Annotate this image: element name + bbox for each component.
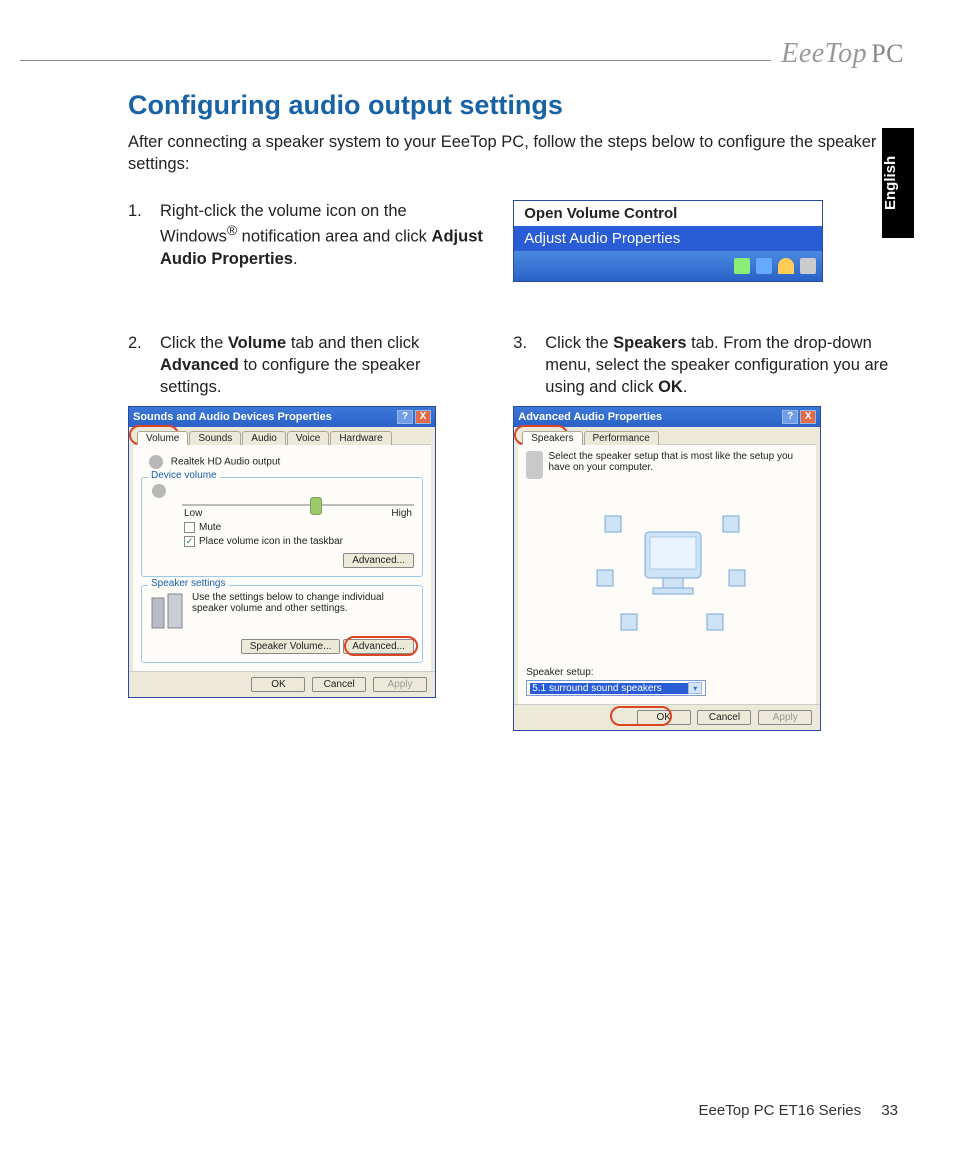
step-bold: OK (658, 378, 683, 396)
taskbar-icon-checkbox[interactable]: ✓ (184, 536, 195, 547)
ok-button[interactable]: OK (251, 677, 305, 692)
apply-button[interactable]: Apply (758, 710, 812, 725)
tray-icon (756, 258, 772, 274)
ok-button[interactable]: OK (637, 710, 691, 725)
dialog-titlebar: Advanced Audio Properties ? X (514, 407, 820, 427)
dropdown-selected: 5.1 surround sound speakers (530, 683, 688, 694)
apply-button[interactable]: Apply (373, 677, 427, 692)
step-2: 2. Click the Volume tab and then click A… (128, 332, 483, 399)
step-number: 3. (513, 332, 545, 399)
cancel-button[interactable]: Cancel (697, 710, 751, 725)
context-menu-screenshot: Open Volume Control Adjust Audio Propert… (513, 200, 823, 282)
step-text: . (293, 250, 298, 268)
brand-logo: EeeTopPC (771, 38, 914, 70)
step-number: 2. (128, 332, 160, 399)
step-bold: Volume (228, 334, 286, 352)
dialog-title: Advanced Audio Properties (518, 411, 780, 423)
system-tray (514, 251, 822, 281)
step-text: tab and then click (286, 334, 419, 352)
speaker-advanced-button[interactable]: Advanced... (343, 639, 414, 654)
page-title: Configuring audio output settings (128, 90, 908, 121)
taskbar-icon-label: Place volume icon in the taskbar (199, 536, 343, 547)
tab-voice[interactable]: Voice (287, 431, 329, 445)
close-button[interactable]: X (415, 410, 431, 424)
tray-volume-icon[interactable] (800, 258, 816, 274)
tab-hardware[interactable]: Hardware (330, 431, 391, 445)
step-1-text: Right-click the volume icon on the Windo… (160, 200, 483, 270)
dialog-title: Sounds and Audio Devices Properties (133, 411, 395, 423)
step-text: Click the (160, 334, 228, 352)
slider-low-label: Low (184, 508, 202, 519)
speaker-settings-desc: Use the settings below to change individ… (192, 592, 414, 635)
sounds-audio-dialog: Sounds and Audio Devices Properties ? X … (128, 406, 436, 698)
tab-audio[interactable]: Audio (242, 431, 286, 445)
tab-bar: Speakers Performance (518, 431, 816, 445)
speaker-icon (152, 484, 166, 498)
tray-icon (734, 258, 750, 274)
superscript: ® (227, 223, 237, 238)
advanced-audio-dialog: Advanced Audio Properties ? X Speakers P… (513, 406, 821, 731)
step-2-text: Click the Volume tab and then click Adva… (160, 332, 483, 399)
group-legend: Device volume (148, 470, 220, 481)
volume-slider[interactable] (182, 504, 414, 506)
step-text: Click the (545, 334, 613, 352)
device-advanced-button[interactable]: Advanced... (343, 553, 414, 568)
step-3-text: Click the Speakers tab. From the drop-do… (545, 332, 908, 399)
page-footer: EeeTop PC ET16 Series 33 (699, 1102, 898, 1119)
step-bold: Advanced (160, 356, 239, 374)
step-3: 3. Click the Speakers tab. From the drop… (513, 332, 908, 399)
menu-item-adjust-audio[interactable]: Adjust Audio Properties (514, 226, 822, 251)
step-number: 1. (128, 200, 160, 270)
speakers-icon (526, 451, 542, 479)
dialog-titlebar: Sounds and Audio Devices Properties ? X (129, 407, 435, 427)
menu-item-open-volume[interactable]: Open Volume Control (514, 201, 822, 226)
dialog-footer: OK Cancel Apply (514, 704, 820, 730)
footer-model: EeeTop PC ET16 Series (699, 1102, 862, 1119)
page-content: Configuring audio output settings After … (128, 90, 908, 731)
intro-text: After connecting a speaker system to you… (128, 131, 908, 176)
help-button[interactable]: ? (397, 410, 413, 424)
step-1: 1. Right-click the volume icon on the Wi… (128, 200, 483, 270)
speaker-setup-dropdown[interactable]: 5.1 surround sound speakers ▾ (526, 680, 706, 696)
cancel-button[interactable]: Cancel (312, 677, 366, 692)
audio-device-name: Realtek HD Audio output (171, 457, 281, 468)
dropdown-arrow-icon: ▾ (688, 682, 702, 694)
speaker-setup-label: Speaker setup: (526, 667, 808, 678)
speakers-icon (150, 592, 186, 635)
tab-speakers[interactable]: Speakers (522, 431, 582, 445)
footer-page-number: 33 (881, 1102, 898, 1119)
step-text: . (683, 378, 688, 396)
tab-performance[interactable]: Performance (584, 431, 659, 445)
speaker-setup-illustration (526, 479, 808, 667)
speaker-settings-group: Speaker settings Use the settings below … (141, 585, 423, 663)
step-bold: Speakers (613, 334, 686, 352)
tray-warning-icon (778, 258, 794, 274)
speaker-icon (149, 455, 163, 469)
help-button[interactable]: ? (782, 410, 798, 424)
tab-sounds[interactable]: Sounds (189, 431, 241, 445)
device-volume-group: Device volume LowHigh Mute ✓Place volume… (141, 477, 423, 577)
mute-label: Mute (199, 522, 221, 533)
dialog-footer: OK Cancel Apply (129, 671, 435, 697)
mute-checkbox[interactable] (184, 522, 195, 533)
tab-volume[interactable]: Volume (137, 431, 188, 445)
speaker-setup-desc: Select the speaker setup that is most li… (549, 451, 809, 479)
slider-high-label: High (391, 508, 412, 519)
speaker-volume-button[interactable]: Speaker Volume... (241, 639, 341, 654)
tab-bar: Volume Sounds Audio Voice Hardware (133, 431, 431, 445)
close-button[interactable]: X (800, 410, 816, 424)
group-legend: Speaker settings (148, 578, 229, 589)
step-text: notification area and click (237, 227, 431, 245)
